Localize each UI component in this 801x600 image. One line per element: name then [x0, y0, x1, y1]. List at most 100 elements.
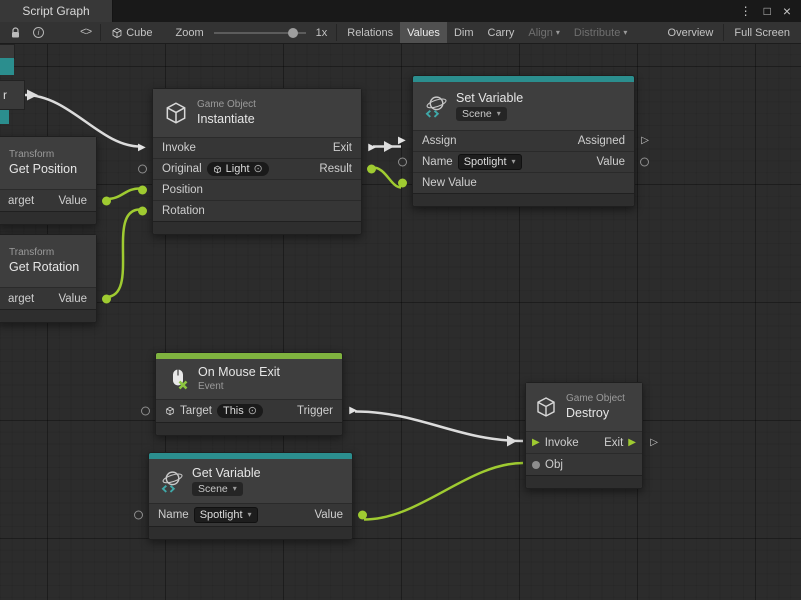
- port-trigger-out[interactable]: ▶: [349, 406, 357, 416]
- cube-icon: [213, 165, 222, 174]
- wire-getvariable-to-obj[interactable]: [364, 463, 523, 520]
- node-footer: [526, 475, 642, 488]
- port-obj-in[interactable]: [532, 461, 540, 469]
- toolbar-button-values[interactable]: Values: [400, 22, 447, 43]
- maximize-icon[interactable]: □: [764, 5, 771, 17]
- zoom-slider[interactable]: [214, 26, 306, 40]
- port-row: Name Spotlight ▾ Value: [149, 503, 352, 526]
- node-title: Get Position: [9, 162, 77, 178]
- node-instantiate[interactable]: Game Object Instantiate ▶ Invoke Exit ▶ …: [152, 88, 362, 235]
- toolbar-button-fullscreen[interactable]: Full Screen: [727, 22, 797, 43]
- port-row: Target This ⊙ Trigger ▶: [156, 399, 342, 422]
- wire-trigger-to-invoke[interactable]: [355, 412, 523, 442]
- port-assign-in[interactable]: ▶: [398, 136, 406, 146]
- port-value-out[interactable]: [640, 158, 649, 167]
- graph-owner-label: Cube: [126, 27, 152, 39]
- chevron-down-icon: ▾: [248, 511, 252, 519]
- node-get-position[interactable]: Transform Get Position arget Value: [0, 136, 97, 225]
- port-rotation-in[interactable]: [138, 207, 147, 216]
- port-value-out[interactable]: [102, 294, 111, 303]
- node-title: Get Variable: [192, 466, 261, 482]
- port-exit-out-connector[interactable]: ▷: [650, 438, 658, 448]
- toolbar-button-dim[interactable]: Dim: [447, 22, 481, 43]
- graph-toolbar: i <> Cube Zoom 1x Relations Values Dim C…: [0, 22, 801, 44]
- toolbar-button-relations[interactable]: Relations: [340, 22, 400, 43]
- node-get-rotation[interactable]: Transform Get Rotation arget Value: [0, 234, 97, 323]
- node-category: Transform: [9, 247, 79, 259]
- object-field-light[interactable]: Light ⊙: [207, 162, 269, 176]
- kebab-menu-icon[interactable]: ⋮: [740, 5, 752, 17]
- node-on-mouse-exit[interactable]: On Mouse Exit Event Target This ⊙ Trigge…: [155, 352, 343, 436]
- port-row: ▶ Invoke Exit ▶: [153, 137, 361, 158]
- node-set-variable[interactable]: Set Variable Scene ▾ ▶ Assign Assigned ▷…: [412, 75, 635, 207]
- port-label-assigned: Assigned: [578, 135, 625, 147]
- port-label-new-value: New Value: [422, 177, 477, 189]
- port-value-out[interactable]: [102, 196, 111, 205]
- wire-result-to-newvalue[interactable]: [373, 168, 401, 188]
- port-exit-out[interactable]: ▶: [368, 143, 376, 153]
- object-picker-icon[interactable]: ⊙: [254, 164, 263, 175]
- port-invoke-in[interactable]: ▶: [532, 438, 540, 448]
- port-exit-out[interactable]: ▶: [628, 438, 636, 448]
- toolbar-button-distribute[interactable]: Distribute▾: [567, 22, 634, 43]
- toolbar-spacer: [50, 22, 74, 43]
- port-label-position: Position: [162, 184, 203, 196]
- port-row: Rotation: [153, 200, 361, 221]
- edit-source-icon[interactable]: <>: [74, 22, 97, 43]
- port-row: Original Light ⊙ Result: [153, 158, 361, 179]
- game-object-icon: [163, 100, 189, 126]
- toolbar-button-overview[interactable]: Overview: [661, 22, 721, 43]
- node-header: Set Variable Scene ▾: [413, 82, 634, 130]
- port-target-in[interactable]: [141, 407, 150, 416]
- node-category: Game Object: [566, 393, 625, 405]
- toolbar-separator: [336, 24, 337, 41]
- zoom-slider-knob[interactable]: [288, 28, 298, 38]
- port-result-out[interactable]: [367, 165, 376, 174]
- port-label-invoke: Invoke: [162, 142, 196, 154]
- node-footer: [0, 211, 96, 224]
- port-position-in[interactable]: [138, 186, 147, 195]
- toolbar-button-carry[interactable]: Carry: [481, 22, 522, 43]
- wire-getrotation-to-rotation[interactable]: [106, 210, 140, 298]
- node-header: Transform Get Rotation: [0, 235, 96, 287]
- node-destroy[interactable]: Game Object Destroy ▶ Invoke Exit ▶ ▷ Ob…: [525, 382, 643, 489]
- window-controls: ⋮ □ ×: [740, 0, 801, 22]
- variable-name-dropdown[interactable]: Spotlight ▾: [194, 507, 258, 523]
- tab-script-graph[interactable]: Script Graph: [0, 0, 113, 22]
- port-original-in[interactable]: [138, 165, 147, 174]
- clipped-node-fragment[interactable]: [0, 44, 15, 59]
- object-field-this[interactable]: This ⊙: [217, 404, 263, 418]
- variable-icon: [159, 469, 184, 494]
- port-assigned-out[interactable]: ▷: [641, 136, 649, 146]
- port-label-name: Name: [422, 156, 453, 168]
- port-newvalue-in[interactable]: [398, 179, 407, 188]
- info-icon[interactable]: i: [27, 22, 50, 43]
- node-get-variable[interactable]: Get Variable Scene ▾ Name Spotlight ▾ Va…: [148, 452, 353, 540]
- port-invoke-in[interactable]: ▶: [138, 143, 146, 153]
- clipped-node-fragment[interactable]: r: [0, 80, 25, 110]
- wire-getposition-to-position[interactable]: [106, 189, 140, 200]
- node-category: Transform: [9, 149, 77, 161]
- graph-canvas[interactable]: r Transform Get Position arget Value: [0, 44, 801, 600]
- tab-bar: Script Graph ⋮ □ ×: [0, 0, 801, 22]
- port-name-in[interactable]: [134, 511, 143, 520]
- graph-owner-button[interactable]: Cube: [104, 22, 159, 43]
- object-picker-icon[interactable]: ⊙: [248, 406, 257, 417]
- node-header: Get Variable Scene ▾: [149, 459, 352, 503]
- lock-icon[interactable]: [4, 22, 27, 43]
- port-row: New Value: [413, 172, 634, 193]
- clipped-variable-node-fragment[interactable]: [0, 58, 14, 75]
- variable-scope-dropdown[interactable]: Scene ▾: [192, 482, 243, 496]
- zoom-label: Zoom: [170, 22, 210, 43]
- close-icon[interactable]: ×: [783, 4, 791, 18]
- port-label-original: Original: [162, 163, 202, 175]
- port-name-in[interactable]: [398, 158, 407, 167]
- port-row: arget Value: [0, 287, 96, 309]
- node-footer: [413, 193, 634, 206]
- toolbar-button-align[interactable]: Align▾: [521, 22, 566, 43]
- port-value-out[interactable]: [358, 511, 367, 520]
- variable-name-dropdown[interactable]: Spotlight ▾: [458, 154, 522, 170]
- variable-scope-dropdown[interactable]: Scene ▾: [456, 107, 507, 121]
- clipped-variable-node-fragment[interactable]: [0, 110, 9, 124]
- toolbar-separator: [723, 24, 724, 41]
